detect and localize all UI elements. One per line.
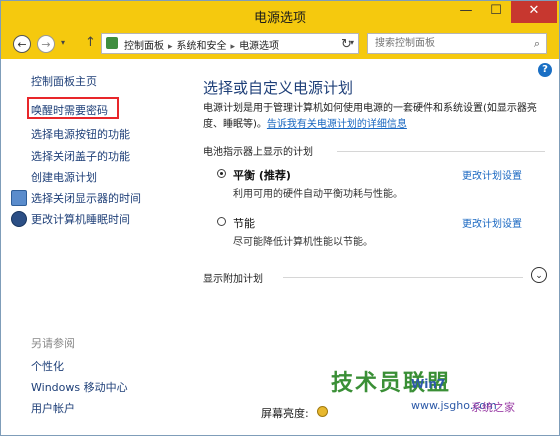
title-bar: 电源选项 — ☐ ✕: [1, 1, 559, 29]
learn-more-link[interactable]: 告诉我有关电源计划的详细信息: [267, 119, 407, 130]
see-also-personalization[interactable]: 个性化: [31, 358, 64, 374]
sidebar-item-lid-close[interactable]: 选择关闭盖子的功能: [31, 148, 130, 164]
breadcrumb-item[interactable]: 控制面板: [124, 41, 164, 52]
see-also-mobility-center[interactable]: Windows 移动中心: [31, 379, 128, 395]
moon-icon: [11, 211, 27, 227]
control-panel-icon: [106, 37, 118, 49]
plan-balanced-name[interactable]: 平衡 (推荐): [233, 167, 291, 183]
plan-balanced-description: 利用可用的硬件自动平衡功耗与性能。: [233, 189, 403, 200]
sidebar-item-display-off[interactable]: 选择关闭显示器的时间: [31, 190, 141, 206]
plan-power-saver-name[interactable]: 节能: [233, 215, 255, 231]
power-options-window: 电源选项 — ☐ ✕ ← → ▾ ↑ 控制面板▸系统和安全▸电源选项 ▾ ↻ ⌕…: [0, 0, 560, 436]
display-icon: [11, 190, 27, 206]
sidebar-item-create-plan[interactable]: 创建电源计划: [31, 169, 97, 185]
breadcrumb-item[interactable]: 系统和安全: [177, 41, 227, 52]
forward-button[interactable]: →: [37, 35, 55, 53]
search-icon[interactable]: ⌕: [534, 37, 540, 51]
refresh-button[interactable]: ↻: [341, 37, 352, 52]
search-input[interactable]: [373, 37, 527, 50]
plan-power-saver-description: 尽可能降低计算机性能以节能。: [233, 237, 373, 248]
content-area: 控制面板主页 唤醒时需要密码 选择电源按钮的功能 选择关闭盖子的功能 创建电源计…: [1, 59, 559, 435]
brightness-label: 屏幕亮度:: [261, 407, 309, 420]
sidebar-item-sleep-time[interactable]: 更改计算机睡眠时间: [31, 211, 130, 227]
breadcrumb-item[interactable]: 电源选项: [239, 41, 279, 52]
plan-balanced-edit-link[interactable]: 更改计划设置: [462, 167, 522, 182]
page-description: 电源计划是用于管理计算机如何使用电源的一套硬件和系统设置(如显示器亮度、睡眠等)…: [203, 101, 543, 133]
sidebar: 控制面板主页 唤醒时需要密码 选择电源按钮的功能 选择关闭盖子的功能 创建电源计…: [1, 59, 187, 435]
watermark-house: 系统之家: [471, 401, 515, 414]
additional-plans-row[interactable]: 显示附加计划 ⌄: [203, 267, 547, 287]
plans-group-label: 电池指示器上显示的计划: [203, 147, 313, 158]
breadcrumb-separator-icon[interactable]: ▸: [231, 42, 236, 52]
page-title: 选择或自定义电源计划: [203, 79, 354, 97]
see-also-heading: 另请参阅: [31, 337, 75, 350]
breadcrumb: 控制面板 ▸ 系统和安全 ▸ 电源选项: [124, 37, 279, 52]
breadcrumb-separator-icon[interactable]: ▸: [168, 42, 173, 52]
close-button[interactable]: ✕: [511, 1, 557, 23]
address-bar[interactable]: 控制面板 ▸ 系统和安全 ▸ 电源选项 ▾: [101, 33, 359, 54]
address-toolbar: ← → ▾ ↑ 控制面板▸系统和安全▸电源选项 ▾ ↻ ⌕: [1, 29, 559, 59]
group-divider: [337, 151, 545, 152]
plan-power-saver-radio[interactable]: [217, 217, 226, 226]
search-box[interactable]: ⌕: [367, 33, 547, 54]
chevron-down-icon[interactable]: ⌄: [531, 267, 547, 283]
watermark-win: Win7: [411, 377, 446, 391]
additional-plans-label[interactable]: 显示附加计划: [203, 270, 263, 285]
minimize-button[interactable]: —: [451, 1, 481, 23]
sidebar-item-power-buttons[interactable]: 选择电源按钮的功能: [31, 126, 130, 142]
plan-balanced-radio[interactable]: [217, 169, 226, 178]
brightness-sun-icon: [317, 406, 328, 417]
sidebar-item-require-password[interactable]: 唤醒时需要密码: [31, 102, 108, 118]
up-button[interactable]: ↑: [85, 35, 96, 50]
additional-plans-divider: [283, 277, 523, 278]
maximize-button[interactable]: ☐: [481, 1, 511, 23]
recent-locations-dropdown[interactable]: ▾: [61, 38, 65, 47]
plan-power-saver-edit-link[interactable]: 更改计划设置: [462, 215, 522, 230]
see-also-user-accounts[interactable]: 用户帐户: [31, 400, 75, 416]
control-panel-home-link[interactable]: 控制面板主页: [31, 73, 97, 89]
back-button[interactable]: ←: [13, 35, 31, 53]
